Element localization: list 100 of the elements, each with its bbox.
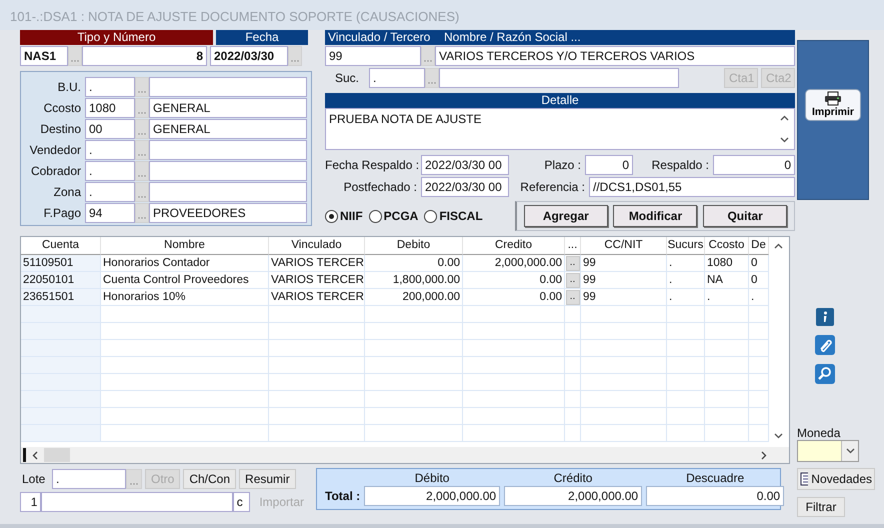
empty-cell: [749, 357, 769, 374]
browse-button[interactable]: [135, 182, 149, 202]
browse-button[interactable]: [421, 46, 435, 66]
input-field[interactable]: GENERAL: [149, 98, 307, 118]
scroll-up-icon[interactable]: [774, 243, 782, 249]
date-field[interactable]: 2022/03/30: [210, 46, 288, 66]
browse-button[interactable]: [135, 202, 149, 222]
news-button[interactable]: Novedades: [797, 468, 875, 490]
horizontal-scrollbar[interactable]: [21, 447, 789, 463]
input-field[interactable]: 0: [713, 155, 795, 175]
empty-cell: [749, 323, 769, 340]
input-field[interactable]: [41, 492, 233, 512]
empty-cell: [565, 374, 581, 391]
column-header[interactable]: CC/NIT: [581, 237, 667, 255]
input-field[interactable]: GENERAL: [149, 118, 307, 138]
action-button[interactable]: Quitar: [703, 205, 788, 227]
field-label: Destino: [39, 122, 82, 136]
browse-button[interactable]: [68, 46, 82, 66]
field-label: F.Pago: [42, 206, 82, 220]
column-header[interactable]: Ccosto: [705, 237, 749, 255]
scroll-down-icon[interactable]: [774, 433, 782, 439]
column-header[interactable]: Debito: [365, 237, 463, 255]
input-field[interactable]: NAS1: [20, 46, 68, 66]
paperclip-icon[interactable]: [815, 335, 835, 355]
input-field[interactable]: .: [369, 68, 425, 88]
scroll-thumb[interactable]: [44, 448, 70, 462]
table-cell: .: [667, 289, 705, 306]
date-field[interactable]: 2022/03/30 00: [421, 177, 509, 197]
input-field[interactable]: 8: [82, 46, 207, 66]
empty-cell: [565, 408, 581, 425]
browse-button[interactable]: ..: [566, 290, 580, 304]
column-header[interactable]: ...: [565, 237, 581, 255]
input-field[interactable]: [149, 182, 307, 202]
input-field[interactable]: PROVEEDORES: [149, 202, 307, 222]
scroll-left-icon[interactable]: [32, 450, 38, 460]
browse-button[interactable]: [126, 469, 142, 489]
input-field[interactable]: VARIOS TERCEROS Y/O TERCEROS VARIOS: [435, 46, 795, 66]
browse-button[interactable]: [288, 46, 302, 66]
table-cell: 99: [581, 289, 667, 306]
field-label: Vendedor: [28, 142, 82, 156]
input-field[interactable]: 94: [85, 202, 135, 222]
empty-cell: [667, 374, 705, 391]
empty-cell: [667, 323, 705, 340]
total-field: 2,000,000.00: [364, 486, 500, 506]
browse-button[interactable]: ..: [566, 256, 580, 270]
print-button[interactable]: Imprimir: [805, 89, 861, 121]
input-field[interactable]: 0: [585, 155, 633, 175]
input-field[interactable]: [439, 68, 679, 88]
column-header[interactable]: Sucurs: [667, 237, 705, 255]
batch-button[interactable]: Ch/Con: [183, 469, 236, 489]
radio-button[interactable]: NIIF: [325, 209, 363, 223]
column-header[interactable]: De: [749, 237, 769, 255]
table-cell: .: [749, 289, 769, 306]
table-cell: Cuenta Control Proveedores: [101, 272, 269, 289]
browse-button[interactable]: [135, 98, 149, 118]
input-field[interactable]: .: [85, 182, 135, 202]
search-icon[interactable]: [815, 364, 835, 384]
input-field[interactable]: .: [85, 76, 135, 96]
input-field[interactable]: //DCS1,DS01,55: [589, 177, 795, 197]
browse-button[interactable]: [135, 76, 149, 96]
batch-button[interactable]: Resumir: [239, 469, 296, 489]
action-button[interactable]: Modificar: [613, 205, 698, 227]
date-field[interactable]: 2022/03/30 00: [421, 155, 509, 175]
action-button[interactable]: Agregar: [524, 205, 608, 227]
column-header[interactable]: Credito: [463, 237, 565, 255]
info-icon[interactable]: [816, 308, 834, 326]
input-field[interactable]: 1: [20, 492, 42, 512]
empty-cell: [667, 425, 705, 442]
filter-button[interactable]: Filtrar: [797, 497, 845, 517]
browse-button[interactable]: ..: [566, 272, 580, 288]
input-field[interactable]: [149, 76, 307, 96]
browse-button[interactable]: [135, 118, 149, 138]
column-header[interactable]: Vinculado: [269, 237, 365, 255]
input-field[interactable]: 99: [325, 46, 421, 66]
window-title: 101-.:DSA1 : NOTA DE AJUSTE DOCUMENTO SOPORTE (CAUSACIONES): [0, 0, 884, 30]
input-field[interactable]: 1080: [85, 98, 135, 118]
column-header[interactable]: Nombre: [101, 237, 269, 255]
table-cell: Honorarios Contador: [101, 255, 269, 272]
input-field[interactable]: 00: [85, 118, 135, 138]
input-field[interactable]: .: [85, 140, 135, 160]
scroll-down-icon[interactable]: [780, 137, 789, 143]
scroll-right-icon[interactable]: [761, 450, 767, 460]
input-field[interactable]: .: [85, 160, 135, 180]
input-field[interactable]: [149, 140, 307, 160]
currency-dropdown[interactable]: [797, 440, 859, 462]
radio-button[interactable]: FISCAL: [424, 209, 483, 223]
empty-cell: [749, 391, 769, 408]
scroll-up-icon[interactable]: [780, 115, 789, 121]
browse-button[interactable]: [135, 160, 149, 180]
field-label: Fecha Respaldo :: [325, 158, 420, 172]
input-field[interactable]: c: [232, 492, 250, 512]
radio-button[interactable]: PCGA: [368, 209, 418, 223]
browse-button[interactable]: [425, 68, 439, 88]
browse-button[interactable]: [135, 140, 149, 160]
field-label: Suc.: [334, 71, 360, 85]
input-field[interactable]: [149, 160, 307, 180]
table-cell: 1080: [705, 255, 749, 272]
empty-cell: [667, 408, 705, 425]
input-field[interactable]: .: [52, 469, 126, 489]
detail-textarea[interactable]: PRUEBA NOTA DE AJUSTE: [325, 108, 795, 150]
